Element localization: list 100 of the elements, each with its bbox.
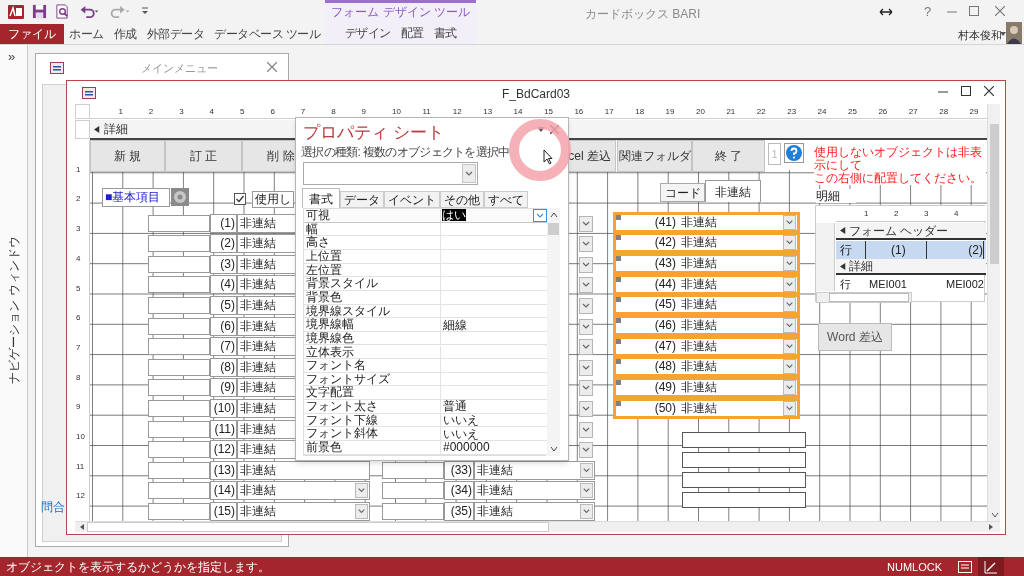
user-name[interactable]: 村本俊和 — [958, 27, 1002, 44]
scrollbar-thumb[interactable] — [87, 522, 549, 532]
property-value[interactable]: #000000 — [443, 441, 490, 454]
selection-frame[interactable]: (44) 非連結 — [613, 273, 800, 295]
scroll-left-icon[interactable] — [79, 523, 85, 531]
selection-frame[interactable]: (49) 非連結 — [613, 377, 800, 399]
navigation-pane-label[interactable]: ナビゲーション ウィンドウ — [5, 230, 23, 390]
close-icon[interactable] — [984, 86, 994, 96]
selection-handle[interactable] — [616, 359, 621, 365]
property-row[interactable]: 可視 はい — [304, 209, 547, 223]
ribbon-tab[interactable]: 作成 — [108, 24, 142, 44]
tab[interactable]: 書式 — [302, 188, 340, 208]
property-row[interactable]: 前景色 #000000 — [304, 441, 547, 455]
selection-frame[interactable]: (42) 非連結 — [613, 232, 800, 254]
form-button[interactable]: Word 差込 — [818, 323, 892, 351]
query-link[interactable]: 問合 — [41, 498, 65, 516]
selection-frame[interactable]: (50) 非連結 — [613, 397, 800, 419]
combo-box[interactable]: 非連結 — [679, 276, 797, 292]
scroll-right-icon[interactable] — [988, 523, 994, 531]
property-value[interactable]: はい — [442, 209, 466, 222]
scrollbar-thumb[interactable] — [548, 223, 559, 235]
print-preview-icon[interactable] — [55, 4, 70, 19]
ribbon-tab[interactable]: データベース ツール — [209, 24, 326, 44]
combo-box[interactable]: 非連結 — [679, 338, 797, 354]
property-row[interactable]: 立体表示 — [304, 345, 547, 360]
checkbox[interactable] — [234, 193, 246, 205]
selection-frame[interactable]: (41) 非連結 — [613, 211, 800, 233]
expand-button[interactable]: » — [8, 50, 16, 63]
selection-handle[interactable] — [616, 338, 621, 344]
gear-icon[interactable] — [171, 188, 189, 206]
combo-box[interactable]: 非連結 — [679, 400, 797, 416]
section-link[interactable]: ■基本項目 — [102, 188, 170, 207]
selection-handle[interactable] — [616, 214, 621, 220]
combo-box[interactable]: 非連結 — [237, 481, 370, 501]
selection-handle[interactable] — [616, 297, 621, 303]
combo-box[interactable]: 非連結 — [679, 380, 797, 396]
object-dropdown[interactable] — [303, 162, 478, 185]
customize-toolbar-icon[interactable] — [141, 6, 149, 16]
help-button[interactable]: ? — [924, 5, 932, 18]
form-button[interactable]: 関連フォルダ — [617, 140, 692, 172]
ribbon-tab[interactable]: 書式 — [428, 23, 462, 43]
maximize-icon[interactable] — [961, 86, 971, 96]
tab[interactable]: 非連結 — [705, 180, 761, 202]
redo-icon[interactable] — [110, 4, 132, 19]
selection-frame[interactable]: (45) 非連結 — [613, 294, 800, 316]
combo-box[interactable]: 非連結 — [679, 214, 797, 230]
selection-handle[interactable] — [616, 276, 621, 282]
property-row[interactable]: フォント名 — [304, 359, 547, 373]
tab[interactable]: データ — [340, 191, 384, 208]
form-button[interactable]: 訂 正 — [165, 140, 242, 172]
selection-handle[interactable] — [616, 235, 621, 241]
combo-box[interactable]: 非連結 — [679, 318, 797, 333]
form-button[interactable]: 終 了 — [692, 140, 765, 172]
selection-frame[interactable]: (48) 非連結 — [613, 356, 800, 378]
scroll-down-icon[interactable] — [550, 446, 558, 452]
combo-box[interactable]: 非連結 — [679, 359, 797, 375]
selection-handle[interactable] — [616, 255, 621, 261]
property-row[interactable]: フォント太さ 普通 — [304, 400, 547, 414]
save-icon[interactable] — [32, 4, 47, 19]
scrollbar-thumb[interactable] — [829, 293, 909, 302]
combo-box[interactable]: 非連結 — [474, 481, 595, 501]
form-button[interactable]: 新 規 — [90, 140, 165, 172]
help-icon[interactable] — [784, 143, 804, 163]
horizontal-scrollbar[interactable] — [816, 292, 912, 303]
selection-handle[interactable] — [616, 400, 621, 406]
scroll-up-icon[interactable] — [550, 212, 558, 218]
tab[interactable]: すべて — [484, 191, 528, 208]
selection-frame[interactable]: (46) 非連結 — [613, 315, 800, 336]
combo-box[interactable]: 非連結 — [679, 255, 797, 271]
combo-box[interactable]: 非連結 — [679, 235, 797, 251]
form-view-icon[interactable] — [958, 561, 972, 573]
selection-handle[interactable] — [616, 380, 621, 386]
horizontal-scrollbar[interactable] — [75, 521, 1000, 532]
tab[interactable]: イベント — [384, 191, 440, 208]
property-value[interactable]: 細線 — [443, 318, 467, 331]
caret-icon[interactable] — [1000, 32, 1006, 36]
ribbon-tab[interactable]: 外部データ — [141, 24, 209, 44]
selection-handle[interactable] — [616, 318, 621, 323]
design-view-icon[interactable] — [984, 560, 998, 574]
property-value[interactable]: 普通 — [443, 400, 467, 413]
combo-box[interactable]: 非連結 — [679, 297, 797, 313]
property-row[interactable]: 文字配置 — [304, 386, 547, 401]
vertical-scrollbar[interactable] — [547, 208, 560, 456]
scroll-down-icon[interactable] — [991, 512, 999, 518]
ribbon-tab[interactable]: ホーム — [64, 24, 109, 44]
ribbon-tab[interactable]: 配置 — [395, 23, 429, 43]
scrollbar-thumb[interactable] — [990, 124, 999, 264]
caret-icon[interactable] — [537, 127, 545, 132]
property-row[interactable]: フォント斜体 いいえ — [304, 427, 547, 442]
resize-icon[interactable] — [879, 8, 893, 16]
property-row[interactable]: 高さ — [304, 236, 547, 250]
selection-frame[interactable]: (47) 非連結 — [613, 335, 800, 357]
vertical-scrollbar[interactable] — [987, 104, 1000, 521]
ribbon-tab[interactable]: デザイン — [339, 23, 396, 43]
property-row[interactable]: 背景スタイル — [304, 277, 547, 291]
property-row[interactable]: 境界線幅 細線 — [304, 318, 547, 332]
selection-frame[interactable]: (43) 非連結 — [613, 252, 800, 274]
tab[interactable]: その他 — [440, 191, 484, 208]
tab[interactable]: コード — [660, 183, 705, 202]
property-value[interactable]: いいえ — [443, 427, 479, 440]
